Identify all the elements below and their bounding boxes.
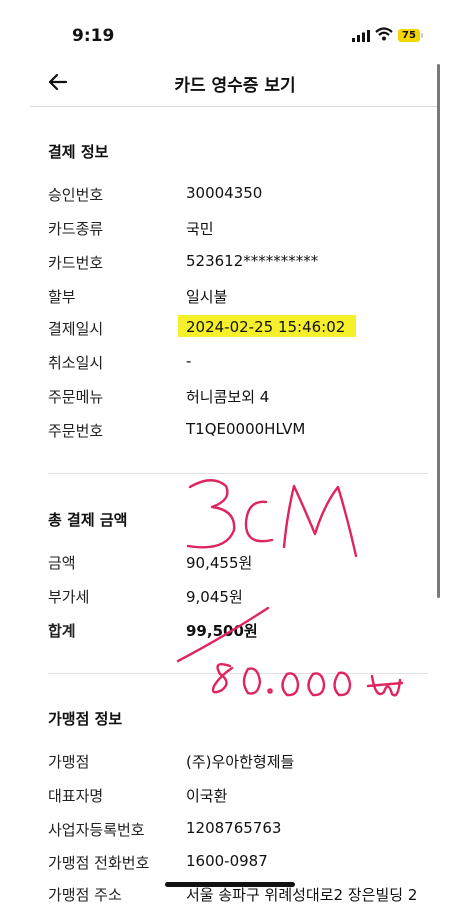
handwritten-annotations	[176, 479, 404, 697]
handwriting-3	[186, 479, 236, 549]
handwriting-0b	[281, 672, 300, 697]
handwriting-c	[244, 500, 274, 543]
handwriting-0d	[333, 671, 352, 697]
home-indicator[interactable]	[165, 882, 295, 887]
handwriting-0c	[307, 672, 326, 697]
handwriting-8	[211, 663, 234, 694]
handwriting-m	[282, 484, 358, 558]
handwriting-0a	[242, 667, 262, 695]
strikethrough-line	[176, 606, 270, 663]
handwriting-dot	[267, 688, 273, 694]
handwriting-won	[366, 674, 404, 697]
